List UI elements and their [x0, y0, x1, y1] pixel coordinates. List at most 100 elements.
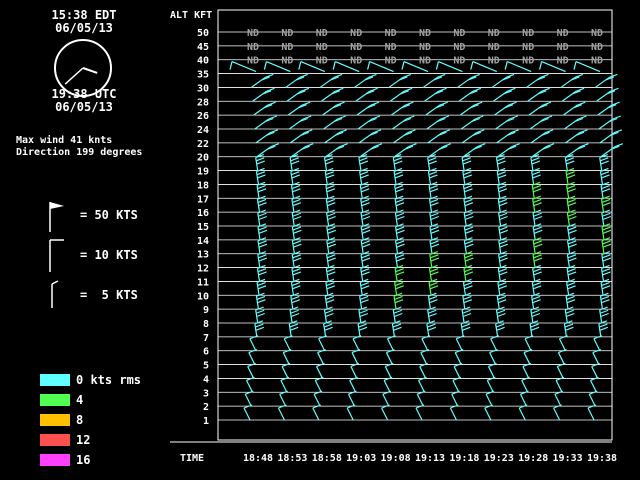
altitude-label-14: 14: [197, 236, 209, 247]
wind-barb: [280, 376, 290, 393]
wind-barb: [247, 362, 256, 379]
wind-barb: [461, 129, 485, 144]
wind-barb: [462, 143, 486, 158]
no-data-marker: ND: [281, 28, 293, 39]
wind-barb: [349, 376, 358, 393]
no-data-marker: ND: [591, 42, 603, 53]
no-data-marker: ND: [557, 56, 569, 67]
altitude-label-40: 40: [197, 56, 209, 67]
wind-barb: [597, 101, 620, 116]
no-data-marker: ND: [419, 42, 431, 53]
wind-barb: [417, 376, 427, 393]
altitude-label-3: 3: [203, 388, 209, 399]
wind-barb: [312, 404, 322, 421]
altitude-label-5: 5: [203, 361, 209, 372]
wind-barb: [388, 73, 412, 88]
no-data-marker: ND: [419, 28, 431, 39]
wind-barb: [489, 349, 498, 365]
wind-barb: [528, 101, 552, 116]
wind-barb: [319, 73, 343, 88]
time-label-1923: 19:23: [484, 453, 514, 464]
wind-barb: [562, 101, 586, 116]
wind-barb: [529, 115, 553, 130]
altitude-label-6: 6: [203, 347, 209, 358]
wind-barb: [419, 362, 428, 379]
no-data-marker: ND: [488, 28, 500, 39]
no-data-marker: ND: [350, 28, 362, 39]
altitude-label-26: 26: [197, 111, 209, 122]
plot-border: [217, 9, 613, 441]
wind-barb: [422, 73, 446, 88]
wind-barb: [314, 376, 324, 393]
time-label-1858: 18:58: [312, 453, 342, 464]
wind-barb: [495, 115, 518, 130]
time-label-1918: 19:18: [449, 453, 479, 464]
wind-barb: [358, 129, 382, 144]
wind-barb: [320, 87, 344, 102]
wind-barb: [497, 143, 520, 158]
wind-barb: [527, 87, 550, 102]
wind-barb: [359, 143, 383, 158]
wind-barb: [287, 101, 311, 116]
no-data-marker: ND: [522, 28, 534, 39]
wind-barb: [392, 115, 415, 130]
wind-barb: [556, 362, 566, 379]
wind-barb: [560, 73, 584, 88]
no-data-marker: ND: [591, 56, 603, 67]
wind-barb: [281, 362, 291, 379]
wind-barb: [555, 376, 565, 393]
wind-barb: [243, 404, 253, 421]
altitude-label-11: 11: [197, 277, 209, 288]
wind-barb: [277, 404, 287, 421]
wind-barb: [486, 376, 496, 393]
wind-barb: [591, 362, 600, 379]
wind-barb: [451, 390, 460, 407]
no-data-marker: ND: [591, 28, 603, 39]
time-label-1848: 18:48: [243, 453, 273, 464]
wind-barb: [386, 335, 396, 351]
time-label-1938: 19:38: [587, 453, 617, 464]
altitude-label-4: 4: [203, 374, 209, 385]
no-data-markers: ND ND ND ND ND ND ND ND ND ND ND ND ND ND ND ND ND ND ND ND…: [247, 28, 603, 67]
altitude-label-50: 50: [197, 28, 209, 39]
wind-barb: [492, 87, 516, 102]
wind-barb: [381, 404, 390, 421]
no-data-marker: ND: [419, 56, 431, 67]
no-data-marker: ND: [316, 42, 328, 53]
wind-barb: [427, 129, 451, 144]
wind-barb: [554, 390, 564, 407]
wind-barb: [522, 362, 532, 379]
wind-barb: [415, 404, 425, 421]
wind-barb: [420, 349, 430, 365]
wind-barb: [313, 390, 323, 407]
wind-barb: [421, 335, 431, 351]
altitude-label-13: 13: [197, 250, 209, 261]
wind-barb: [385, 349, 395, 365]
time-label-1913: 19:13: [415, 453, 445, 464]
wind-barb: [588, 390, 598, 407]
no-data-marker: ND: [247, 28, 259, 39]
no-data-marker: ND: [453, 42, 465, 53]
wind-barb: [589, 376, 599, 393]
altitude-label-10: 10: [197, 291, 209, 302]
wind-barb: [530, 129, 554, 144]
wind-barb: [393, 129, 416, 144]
wind-barb: [383, 376, 393, 393]
wind-barb: [355, 87, 378, 102]
wind-barb: [352, 335, 362, 351]
altitude-label-24: 24: [197, 125, 209, 136]
wind-barb: [519, 390, 529, 407]
no-data-marker: ND: [316, 28, 328, 39]
wind-barb: [425, 101, 448, 116]
wind-barb: [350, 362, 360, 379]
no-data-marker: ND: [385, 28, 397, 39]
wind-barb: [254, 115, 278, 130]
wind-barb: [598, 115, 622, 130]
altitude-label-20: 20: [197, 153, 209, 164]
altitude-label-45: 45: [197, 42, 209, 53]
no-data-marker: ND: [385, 42, 397, 53]
wind-barb: [382, 390, 392, 407]
wind-barb: [315, 362, 325, 379]
wind-barb: [428, 143, 452, 158]
altitude-label-12: 12: [197, 264, 209, 275]
